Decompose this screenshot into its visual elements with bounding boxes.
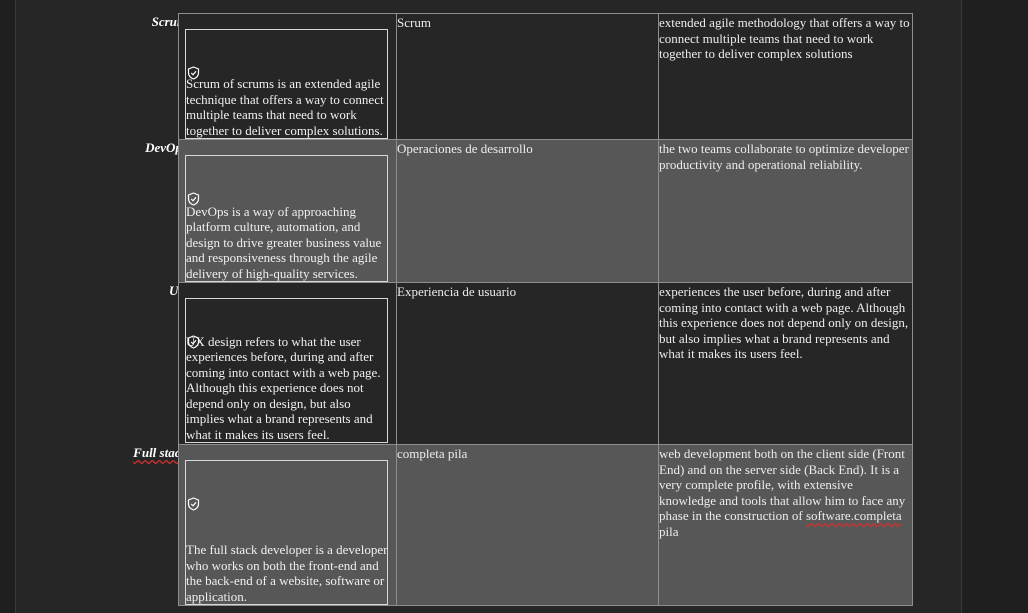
- image-caption: The full stack developer is a developer …: [186, 542, 388, 604]
- definition-cell[interactable]: extended agile methodology that offers a…: [658, 13, 913, 140]
- translation-cell[interactable]: Operaciones de desarrollo: [396, 139, 659, 283]
- translation-text: Experiencia de usuario: [397, 284, 517, 299]
- definition-cell[interactable]: experiences the user before, during and …: [658, 282, 913, 445]
- definition-text: experiences the user before, during and …: [659, 284, 909, 361]
- translation-cell[interactable]: completa pila: [396, 444, 659, 606]
- term-label-devops: DevOps: [145, 140, 187, 155]
- table-row: DevOps is a way of approaching platform …: [178, 139, 913, 283]
- table-row: UX design refers to what the user experi…: [178, 282, 913, 445]
- translation-cell[interactable]: Experiencia de usuario: [396, 282, 659, 445]
- document-page: Scrum DevOps UX Full stack Scrum of scru…: [15, 0, 962, 613]
- definition-cell[interactable]: web development both on the client side …: [658, 444, 913, 606]
- definition-cell[interactable]: the two teams collaborate to optimize de…: [658, 139, 913, 283]
- spellcheck-flagged-word: software.completa: [805, 508, 902, 523]
- translation-cell[interactable]: Scrum: [396, 13, 659, 140]
- definition-text: web development both on the client side …: [659, 446, 906, 539]
- glossary-table: Scrum of scrums is an extended agile tec…: [178, 13, 913, 606]
- image-placeholder-box[interactable]: UX design refers to what the user experi…: [185, 298, 388, 443]
- image-caption: Scrum of scrums is an extended agile tec…: [186, 76, 384, 138]
- term-label-ux: UX: [37, 283, 187, 298]
- definition-text: the two teams collaborate to optimize de…: [659, 141, 909, 172]
- image-caption: DevOps is a way of approaching platform …: [186, 203, 382, 281]
- definition-text: extended agile methodology that offers a…: [659, 15, 910, 61]
- image-cell[interactable]: Scrum of scrums is an extended agile tec…: [178, 13, 397, 140]
- table-row: The full stack developer is a developer …: [178, 444, 913, 606]
- image-placeholder-box[interactable]: Scrum of scrums is an extended agile tec…: [185, 29, 388, 139]
- translation-text: completa pila: [397, 446, 468, 461]
- image-placeholder-box[interactable]: The full stack developer is a developer …: [185, 460, 388, 605]
- translation-text: Scrum: [397, 15, 431, 30]
- image-cell[interactable]: UX design refers to what the user experi…: [178, 282, 397, 445]
- shield-check-icon: [187, 497, 200, 511]
- translation-text: Operaciones de desarrollo: [397, 141, 533, 156]
- table-row: Scrum of scrums is an extended agile tec…: [178, 13, 913, 140]
- image-caption: UX design refers to what the user experi…: [186, 333, 381, 442]
- image-cell[interactable]: The full stack developer is a developer …: [178, 444, 397, 606]
- image-placeholder-box[interactable]: DevOps is a way of approaching platform …: [185, 155, 388, 282]
- image-cell[interactable]: DevOps is a way of approaching platform …: [178, 139, 397, 283]
- term-label-full-stack: Full stack: [133, 445, 187, 460]
- term-label-scrum: Scrum: [151, 14, 187, 29]
